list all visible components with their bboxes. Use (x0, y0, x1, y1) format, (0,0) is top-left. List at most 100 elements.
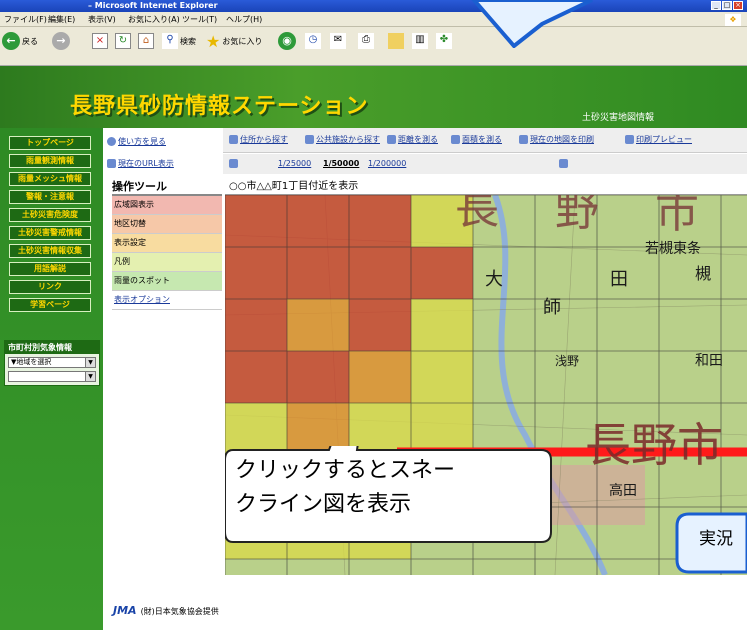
nav-learning[interactable]: 学習ページ (9, 298, 91, 312)
forward-button[interactable]: → (52, 30, 70, 52)
search-label: 検索 (180, 36, 196, 46)
favorites-button[interactable]: ★ お気に入り (206, 30, 262, 52)
risk-cell[interactable] (225, 299, 287, 351)
nav-hazard-level[interactable]: 土砂災害危険度 (9, 208, 91, 222)
search-button[interactable]: ⚲ 検索 (162, 30, 196, 52)
menu-file[interactable]: ファイル(F) (4, 14, 47, 25)
history-button[interactable]: ◷ (305, 30, 321, 52)
nav-warnings[interactable]: 警報・注意報 (9, 190, 91, 204)
book-icon: ▥ (412, 33, 428, 49)
risk-cell[interactable] (287, 195, 349, 247)
menu-edit[interactable]: 編集(E) (48, 14, 75, 25)
menu-favorites[interactable]: お気に入り(A) (128, 14, 180, 25)
callout-text: クリックするとスネー クライン図を表示 (235, 458, 456, 517)
research-button[interactable]: ▥ (412, 30, 428, 52)
ops-display-settings[interactable]: 表示設定 (112, 234, 222, 253)
region-select[interactable]: ▼地域を選択 ▼ (8, 357, 96, 368)
menu-help[interactable]: ヘルプ(H) (226, 14, 262, 25)
snake-line-callout: クリックするとスネー クライン図を表示 (225, 446, 555, 550)
ruler-icon (387, 135, 396, 144)
scale-25000[interactable]: 1/25000 (278, 159, 311, 168)
print-button[interactable]: ⎙ (358, 30, 374, 52)
map-title: ○○市△△町1丁目付近を表示 (225, 180, 747, 195)
risk-cell[interactable] (225, 247, 287, 299)
jma-logo: JMA (113, 604, 137, 617)
menu-tools[interactable]: ツール(T) (182, 14, 217, 25)
mail-icon: ✉ (330, 33, 346, 49)
zoom-out-icon[interactable] (559, 159, 568, 168)
menu-view[interactable]: 表示(V) (88, 14, 116, 25)
risk-cell[interactable] (349, 247, 411, 299)
risk-cell[interactable] (411, 299, 473, 351)
ops-area-switch[interactable]: 地区切替 (112, 215, 222, 234)
close-icon[interactable]: × (733, 1, 743, 10)
star-icon: ★ (206, 31, 221, 51)
nav-rainfall[interactable]: 雨量観測情報 (9, 154, 91, 168)
stop-button[interactable]: × (92, 30, 108, 52)
magnifier-icon (229, 135, 238, 144)
media-button[interactable]: ◉ (278, 30, 296, 52)
print-icon: ⎙ (358, 33, 374, 49)
print-preview-link[interactable]: 印刷プレビュー (625, 134, 692, 145)
risk-cell[interactable] (225, 195, 287, 247)
search-icon: ⚲ (162, 33, 178, 49)
search-facility-link[interactable]: 公共施設から探す (305, 134, 380, 145)
messenger-icon: ✤ (436, 33, 452, 49)
maximize-icon[interactable]: □ (722, 1, 732, 10)
region-select-value: ▼地域を選択 (11, 358, 52, 366)
map-label: 田 (610, 269, 628, 290)
map-label: 市 (655, 195, 699, 238)
site-subtitle: 土砂災害地図情報 (582, 113, 655, 123)
current-url-link[interactable]: 現在のURL表示 (107, 158, 174, 169)
print-map-link[interactable]: 現在の地図を印刷 (519, 134, 594, 145)
nav-links[interactable]: リンク (9, 280, 91, 294)
risk-cell[interactable] (287, 299, 349, 351)
minimize-icon[interactable]: _ (711, 1, 721, 10)
risk-cell[interactable] (349, 351, 411, 403)
risk-cell[interactable] (349, 299, 411, 351)
nav-top-page[interactable]: トップページ (9, 136, 91, 150)
map-label: 若槻東条 (645, 240, 701, 257)
ops-display-options[interactable]: 表示オプション (112, 291, 222, 310)
chevron-down-icon: ▼ (85, 358, 95, 367)
scale-bar: 1/25000 1/50000 1/200000 (223, 154, 747, 174)
home-button[interactable]: ⌂ (138, 30, 154, 52)
risk-cell[interactable] (287, 351, 349, 403)
browser-toolbar: ← 戻る → × ↻ ⌂ ⚲ 検索 ★ お気に入り ◉ ◷ ✉ ⎙ ▥ ✤ (0, 27, 747, 66)
messenger-button[interactable]: ✤ (436, 30, 452, 52)
help-icon (107, 137, 116, 146)
risk-cell[interactable] (287, 247, 349, 299)
ops-wide-map[interactable]: 広域図表示 (112, 196, 222, 215)
preview-icon (625, 135, 634, 144)
municipality-select[interactable]: ▼ (8, 371, 96, 382)
measure-distance-link[interactable]: 距離を測る (387, 134, 438, 145)
chevron-down-icon: ▼ (85, 372, 95, 381)
folder-icon (388, 33, 404, 49)
how-to-use-link[interactable]: 使い方を見る (107, 136, 166, 147)
data-credit: JMA (財)日本気象協会提供 (113, 604, 219, 617)
risk-cell[interactable] (225, 351, 287, 403)
folder-button[interactable] (388, 30, 404, 52)
risk-cell[interactable] (411, 351, 473, 403)
ops-legend[interactable]: 凡例 (112, 253, 222, 272)
back-button[interactable]: ← 戻る (2, 30, 38, 52)
nav-alert-info[interactable]: 土砂災害警戒情報 (9, 226, 91, 240)
ops-rain-spot[interactable]: 雨量のスポット (112, 272, 222, 291)
nav-info-collection[interactable]: 土砂災害情報収集 (9, 244, 91, 258)
site-title: 長野県砂防情報ステーション (70, 94, 369, 119)
media-icon: ◉ (278, 32, 296, 50)
risk-cell[interactable] (411, 247, 473, 299)
refresh-button[interactable]: ↻ (115, 30, 131, 52)
risk-cell[interactable] (349, 195, 411, 247)
scale-200000[interactable]: 1/200000 (368, 159, 406, 168)
mail-button[interactable]: ✉ (330, 30, 346, 52)
area-icon (451, 135, 460, 144)
measure-area-link[interactable]: 面積を測る (451, 134, 502, 145)
live-callout: 実況 (675, 512, 747, 574)
zoom-in-icon[interactable] (229, 159, 238, 168)
scale-50000[interactable]: 1/50000 (323, 159, 359, 168)
menu-bar: ファイル(F) 編集(E) 表示(V) お気に入り(A) ツール(T) ヘルプ(… (0, 12, 747, 27)
nav-rain-mesh[interactable]: 雨量メッシュ情報 (9, 172, 91, 186)
search-address-link[interactable]: 住所から探す (229, 134, 288, 145)
nav-glossary[interactable]: 用語解説 (9, 262, 91, 276)
